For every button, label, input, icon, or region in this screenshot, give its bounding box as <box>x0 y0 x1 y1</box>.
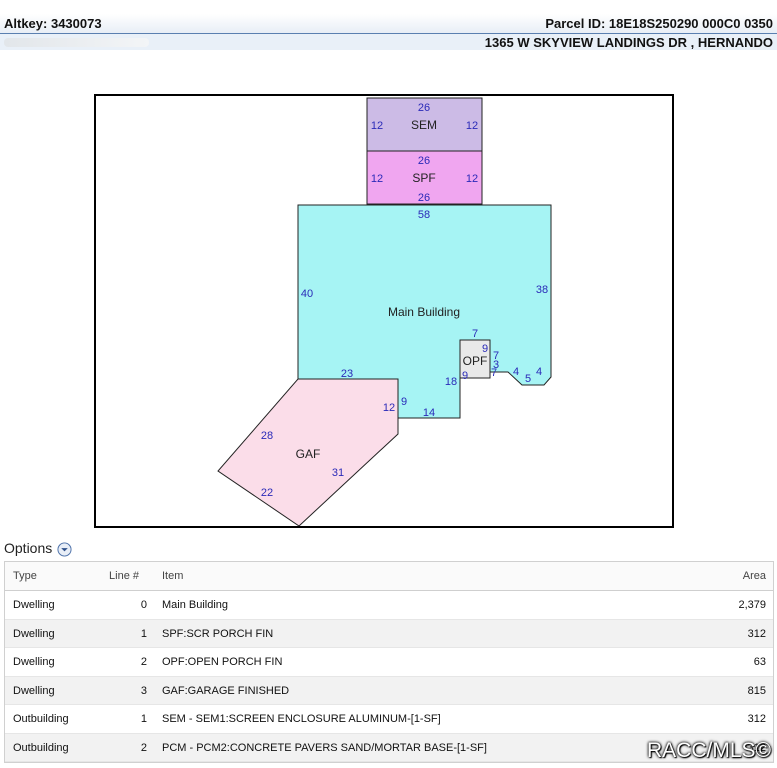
table-row[interactable]: Dwelling 1 SPF:SCR PORCH FIN 312 <box>5 619 773 648</box>
dim-gaf-left: 28 <box>261 430 273 442</box>
parcel-header: Altkey: 3430073 Parcel ID: 18E18S250290 … <box>0 14 777 50</box>
col-header-item[interactable]: Item <box>162 570 183 582</box>
table-row[interactable]: Outbuilding 1 SEM - SEM1:SCREEN ENCLOSUR… <box>5 705 773 734</box>
dim-sem-left: 12 <box>371 120 383 132</box>
main-building-label: Main Building <box>388 305 460 319</box>
cell-type: Dwelling <box>13 627 55 640</box>
cell-type: Dwelling <box>13 599 55 611</box>
dim-opf-left: 9 <box>462 370 468 382</box>
cell-line: 1 <box>140 713 147 725</box>
options-label: Options <box>4 540 53 556</box>
header-title-bar: Altkey: 3430073 Parcel ID: 18E18S250290 … <box>0 14 777 34</box>
cell-item: SPF:SCR PORCH FIN <box>162 627 274 640</box>
dim-garage-side: 12 <box>383 402 395 414</box>
dim-sem-top: 26 <box>418 102 430 114</box>
areas-table: Type Line # Item Area Dwelling 0 Main Bu… <box>4 561 774 763</box>
cell-line: 3 <box>140 684 147 697</box>
sem-label: SEM <box>411 118 437 132</box>
cell-item: PCM - PCM2:CONCRETE PAVERS SAND/MORTAR B… <box>162 741 487 754</box>
opf-label: OPF <box>463 354 488 368</box>
property-address: 1365 W SKYVIEW LANDINGS DR , HERNANDO <box>484 35 773 50</box>
dim-sem-right: 12 <box>466 120 478 132</box>
sketch-canvas: SEM 26 12 12 SPF 26 12 12 26 Main Buildi… <box>217 97 552 526</box>
garage-label: GAF <box>296 447 321 461</box>
table-row[interactable]: Dwelling 0 Main Building 2,379 <box>5 591 773 620</box>
table-row[interactable]: Dwelling 3 GAF:GARAGE FINISHED 815 <box>5 676 773 705</box>
dim-spf-left: 12 <box>371 173 383 185</box>
dim-opf-right-a: 9 <box>482 343 488 355</box>
col-header-area[interactable]: Area <box>743 570 766 582</box>
dim-main-bottom-left: 23 <box>341 368 353 380</box>
dim-opf-top: 7 <box>472 328 478 340</box>
dim-main-left: 40 <box>301 288 313 300</box>
options-toggle[interactable]: Options <box>4 539 72 557</box>
dim-main-bottom: 14 <box>423 407 435 419</box>
col-header-type[interactable]: Type <box>13 570 37 582</box>
spf-label: SPF <box>412 171 435 185</box>
col-header-line[interactable]: Line # <box>103 570 139 582</box>
dim-opf-right-d: 7 <box>491 367 497 379</box>
cell-item: GAF:GARAGE FINISHED <box>162 684 290 697</box>
cell-item: SEM - SEM1:SCREEN ENCLOSURE ALUMINUM-[1-… <box>162 713 441 725</box>
dim-spf-right: 12 <box>466 173 478 185</box>
dim-notch-b: 5 <box>525 373 531 385</box>
mls-watermark: RACC/MLS© <box>647 739 771 762</box>
dim-main-inner: 18 <box>445 376 457 388</box>
dim-gaf-bottom: 22 <box>261 487 273 499</box>
cell-line: 2 <box>140 741 147 754</box>
header-address-bar: 1365 W SKYVIEW LANDINGS DR , HERNANDO <box>0 34 777 50</box>
dim-spf-bottom: 26 <box>418 192 430 204</box>
dim-notch-a: 4 <box>513 366 519 378</box>
table-row[interactable]: Dwelling 2 OPF:OPEN PORCH FIN 63 <box>5 648 773 677</box>
dim-garage-step: 9 <box>401 396 407 408</box>
dim-main-top: 58 <box>418 209 430 221</box>
cell-line: 1 <box>140 627 147 640</box>
cell-line: 0 <box>140 599 147 611</box>
cell-area: 312 <box>747 627 766 640</box>
building-sketch: SEM 26 12 12 SPF 26 12 12 26 Main Buildi… <box>94 94 674 528</box>
cell-area: 63 <box>753 656 766 668</box>
cell-type: Outbuilding <box>13 713 69 725</box>
altkey-label: Altkey: 3430073 <box>4 16 102 31</box>
cell-line: 2 <box>140 656 147 668</box>
dim-main-right: 38 <box>536 284 548 296</box>
dim-gaf-right: 31 <box>332 467 344 479</box>
table-header-row: Type Line # Item Area <box>5 562 773 591</box>
redacted-owner <box>4 38 149 47</box>
dim-notch-c: 4 <box>536 366 542 378</box>
parcel-id-label: Parcel ID: 18E18S250290 000C0 0350 <box>545 16 773 31</box>
cell-type: Dwelling <box>13 684 55 697</box>
cell-area: 2,379 <box>738 599 766 611</box>
chevron-down-circle-icon[interactable] <box>57 542 72 557</box>
cell-area: 312 <box>747 713 766 725</box>
cell-type: Dwelling <box>13 656 55 668</box>
cell-area: 815 <box>747 684 766 697</box>
cell-item: Main Building <box>162 599 229 611</box>
dim-spf-top: 26 <box>418 155 430 167</box>
cell-item: OPF:OPEN PORCH FIN <box>162 656 283 668</box>
cell-type: Outbuilding <box>13 741 69 754</box>
